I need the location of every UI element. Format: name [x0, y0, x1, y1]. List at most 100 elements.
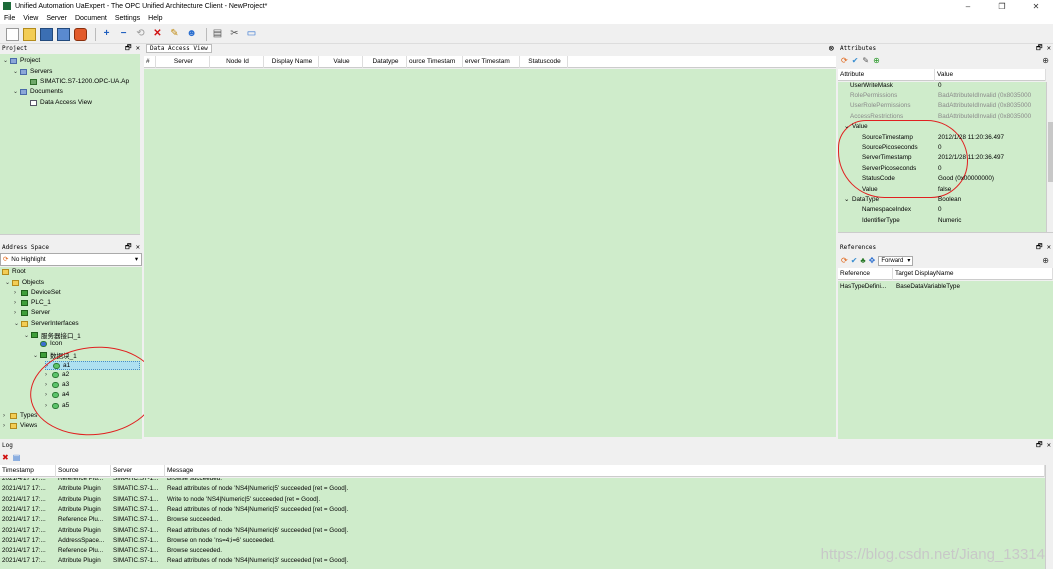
col-node-id[interactable]: Node Id [210, 55, 264, 68]
col-source-timestamp[interactable]: ource Timestam [407, 55, 463, 68]
maximize-button[interactable]: ❐ [985, 2, 1019, 11]
attribute-row[interactable]: AccessRestrictions BadAttributeIdInvalid … [838, 111, 1046, 121]
col-attribute[interactable]: Attribute [838, 68, 935, 81]
connect-icon[interactable]: ⟲ [134, 28, 147, 41]
col-server[interactable]: Server [156, 55, 210, 68]
add-icon[interactable]: ⊕ [873, 56, 880, 65]
pane-controls[interactable]: 🗗 ✕ [1036, 441, 1051, 452]
tree-item-plc1[interactable]: › PLC_1 [14, 299, 51, 306]
user-icon[interactable]: ☻ [185, 28, 198, 41]
add-reference-icon[interactable]: ⊕ [1042, 256, 1049, 265]
expand-arrow-icon[interactable]: ⌄ [844, 123, 849, 130]
menu-help[interactable]: Help [148, 15, 162, 22]
col-value[interactable]: Value [319, 55, 363, 68]
col-statuscode[interactable]: Statuscode [520, 55, 568, 68]
log-row[interactable]: 2021/4/17 17:... AddressSpace... SIMATIC.S… [0, 536, 1045, 546]
tree-item-project[interactable]: ⌄ Project [3, 57, 40, 64]
browse-icon[interactable]: ✥ [869, 256, 876, 265]
col-datatype[interactable]: Datatype [363, 55, 407, 68]
edit-icon[interactable]: ✎ [862, 56, 869, 65]
tree-item-servers[interactable]: ⌄ Servers [13, 68, 52, 75]
attribute-row[interactable]: ⌄ DataType Boolean [838, 194, 1046, 204]
col-reference[interactable]: Reference [838, 267, 893, 280]
col-source[interactable]: Source [56, 464, 111, 477]
tree-item-views[interactable]: › Views [3, 422, 37, 429]
save-as-icon[interactable] [57, 27, 70, 41]
project-h-scrollbar[interactable] [0, 234, 140, 241]
discover-icon[interactable]: ✎ [168, 28, 181, 41]
close-button[interactable]: ✕ [1019, 2, 1053, 11]
highlight-select[interactable]: ⟳ No Highlight ▾ [0, 253, 142, 266]
minimize-button[interactable]: – [951, 2, 985, 11]
save-icon[interactable] [40, 27, 53, 41]
add-attribute-icon[interactable]: ⊕ [1042, 56, 1049, 65]
add-server-icon[interactable]: + [100, 28, 113, 41]
tree-item-icon[interactable]: Icon [40, 340, 62, 347]
log-row[interactable]: 2021/4/17 17:... Attribute Plugin SIMATIC.… [0, 505, 1045, 515]
attribute-row[interactable]: SourcePicoseconds 0 [838, 142, 1046, 152]
attribute-row[interactable]: ServerPicoseconds 0 [838, 163, 1046, 173]
refresh-icon[interactable]: ⟳ [841, 56, 848, 65]
pane-controls[interactable]: 🗗 ✕ [1036, 243, 1051, 254]
tree-item-deviceset[interactable]: › DeviceSet [14, 289, 61, 296]
attribute-row[interactable]: RolePermissions BadAttributeIdInvalid (0x… [838, 90, 1046, 100]
tree-item-objects[interactable]: ⌄ Objects [5, 279, 44, 286]
log-row[interactable]: 2021/4/17 17:... Reference Plu... SIMATIC.… [0, 515, 1045, 525]
open-icon[interactable] [23, 27, 36, 41]
log-row[interactable]: 2021/4/17 17:... Attribute Plugin SIMATIC.… [0, 484, 1045, 494]
attributes-v-scrollbar[interactable] [1046, 82, 1053, 232]
hierarchy-icon[interactable]: ♣ [860, 256, 865, 265]
new-icon[interactable] [6, 27, 19, 41]
tree-item-types[interactable]: › Types [3, 412, 37, 419]
window-icon[interactable]: ▭ [245, 28, 258, 41]
log-row[interactable]: 2021/4/17 17:... Attribute Plugin SIMATIC.… [0, 526, 1045, 536]
col-index[interactable]: # [144, 55, 156, 68]
tab-data-access-view[interactable]: Data Access View [146, 44, 212, 53]
clear-log-icon[interactable]: ✖ [2, 453, 9, 462]
close-tab-icon[interactable]: ⊗ [829, 44, 834, 54]
log-v-scrollbar[interactable] [1045, 465, 1052, 569]
scrollbar-thumb[interactable] [1048, 122, 1053, 182]
col-target-displayname[interactable]: Target DisplayName [893, 267, 1053, 280]
tree-item-documents[interactable]: ⌄ Documents [13, 88, 63, 95]
menu-document[interactable]: Document [75, 15, 107, 22]
log-row[interactable]: 2021/4/17 17:... Attribute Plugin SIMATIC.… [0, 495, 1045, 505]
save-log-icon[interactable]: ▤ [13, 453, 21, 462]
log-row[interactable]: 2021/4/17 17:... Reference Plu... SIMATIC.… [0, 478, 1045, 484]
col-message[interactable]: Message [165, 464, 1045, 477]
expand-arrow-icon[interactable]: ⌄ [844, 196, 849, 203]
tree-item-root[interactable]: Root [2, 268, 26, 275]
reference-row[interactable]: HasTypeDefini... BaseDataVariableType [840, 283, 960, 290]
col-display-name[interactable]: Display Name [264, 55, 319, 68]
attribute-row[interactable]: SourceTimestamp 2012/1/28 11:20:36.497 [838, 132, 1046, 142]
check-icon[interactable]: ✔ [851, 256, 858, 265]
tree-item-data-access-view[interactable]: Data Access View [30, 99, 92, 106]
menu-server[interactable]: Server [46, 15, 67, 22]
attribute-row[interactable]: ServerTimestamp 2012/1/28 11:20:36.497 [838, 153, 1046, 163]
menu-settings[interactable]: Settings [115, 15, 140, 22]
tree-item-serverinterfaces[interactable]: ⌄ ServerInterfaces [14, 320, 79, 327]
attribute-row[interactable]: Value false [838, 184, 1046, 194]
delete-icon[interactable]: ✂ [228, 28, 241, 41]
attribute-row[interactable]: ⌄ Value [838, 122, 1046, 132]
disconnect-icon[interactable]: ✕ [151, 28, 164, 41]
menu-view[interactable]: View [23, 15, 38, 22]
check-icon[interactable]: ✔ [852, 56, 859, 65]
refresh-icon[interactable]: ⟳ [841, 256, 848, 265]
attribute-row[interactable]: UserWriteMask 0 [838, 82, 1046, 90]
attribute-row[interactable]: NamespaceIndex 0 [838, 205, 1046, 215]
doc-icon[interactable]: ▤ [211, 28, 224, 41]
attribute-row[interactable]: StatusCode Good (0x00000000) [838, 174, 1046, 184]
direction-select[interactable]: Forward ▾ [878, 255, 914, 266]
dav-table-body[interactable] [144, 69, 836, 437]
tree-item-server-connection[interactable]: SIMATIC.S7-1200.OPC-UA.Ap [30, 78, 129, 85]
attributes-h-scrollbar[interactable] [838, 232, 1053, 239]
settings-icon[interactable] [74, 27, 87, 41]
col-log-server[interactable]: Server [111, 464, 165, 477]
col-server-timestamp[interactable]: erver Timestam [463, 55, 520, 68]
tree-item-server[interactable]: › Server [14, 309, 50, 316]
tree-item-server-interface-1[interactable]: ⌄ 服务器接口_1 [24, 330, 81, 340]
attribute-row[interactable]: UserRolePermissions BadAttributeIdInvalid… [838, 101, 1046, 111]
remove-server-icon[interactable]: − [117, 28, 130, 41]
attribute-row[interactable]: IdentifierType Numeric [838, 215, 1046, 225]
